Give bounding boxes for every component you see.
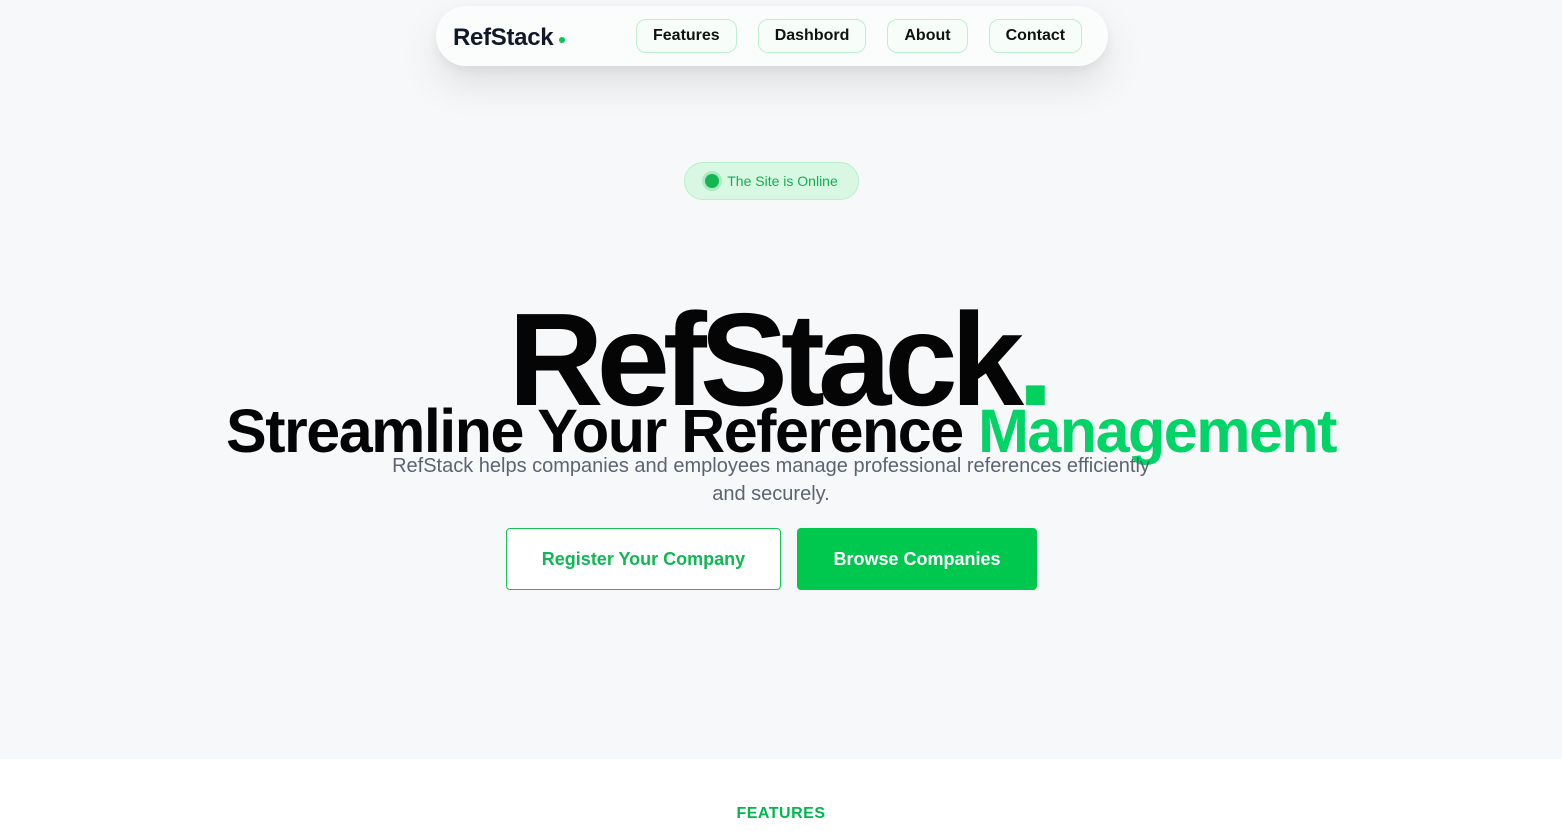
landing-page: RefStack Features Dashbord About Contact… xyxy=(0,0,1562,831)
status-online-icon xyxy=(705,174,720,188)
features-section: FEATURES xyxy=(0,759,1562,831)
browse-companies-button[interactable]: Browse Companies xyxy=(797,528,1037,590)
register-company-button[interactable]: Register Your Company xyxy=(506,528,781,590)
nav-link-dashboard[interactable]: Dashbord xyxy=(757,19,867,53)
brand-logo[interactable]: RefStack xyxy=(453,24,566,52)
nav-link-features[interactable]: Features xyxy=(636,19,737,53)
site-status-text: The Site is Online xyxy=(727,173,838,189)
hero-description: RefStack helps companies and employees m… xyxy=(392,455,1150,505)
nav-link-about[interactable]: About xyxy=(887,19,968,53)
nav-link-contact[interactable]: Contact xyxy=(988,19,1083,53)
site-status-badge: The Site is Online xyxy=(684,162,859,200)
features-section-label: FEATURES xyxy=(736,805,826,822)
brand-dot-icon xyxy=(559,37,566,43)
nav-links: Features Dashbord About Contact xyxy=(636,19,1083,53)
brand-name: RefStack xyxy=(453,24,554,51)
top-navigation: RefStack Features Dashbord About Contact xyxy=(436,6,1108,66)
